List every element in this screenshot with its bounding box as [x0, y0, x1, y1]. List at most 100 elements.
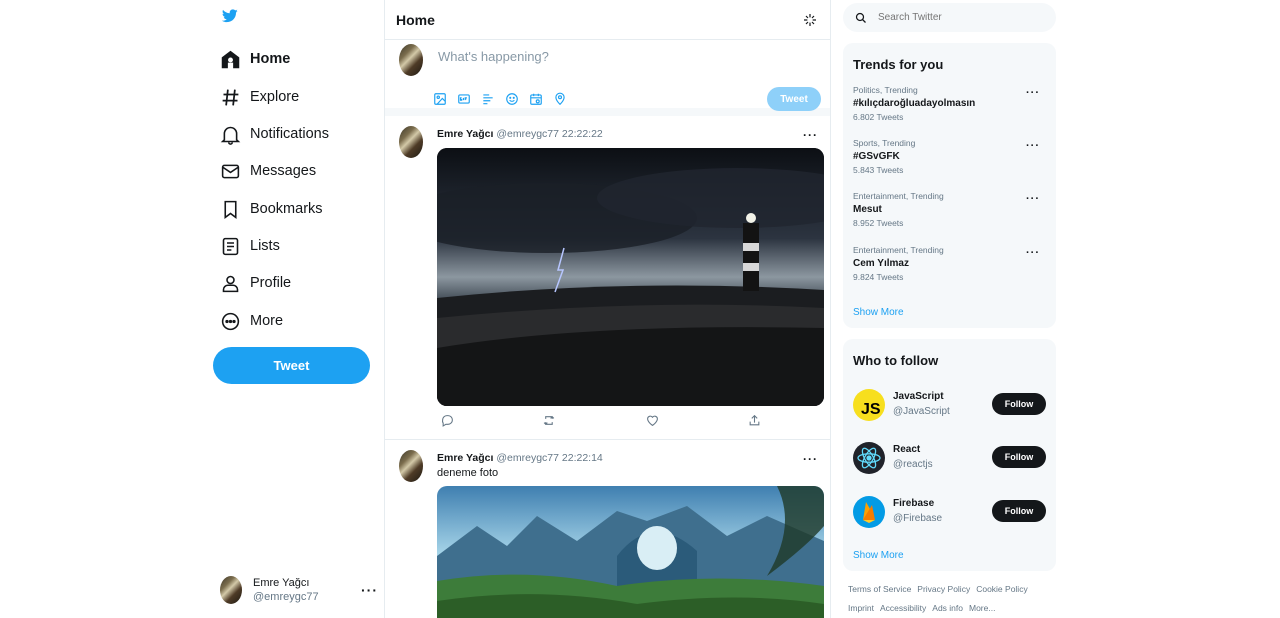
- footer-link[interactable]: Privacy Policy: [917, 584, 970, 594]
- tweet-actions: [441, 414, 761, 427]
- nav-label: Bookmarks: [250, 201, 323, 217]
- tweet-author[interactable]: Emre Yağcı: [437, 452, 493, 464]
- nav-label: Notifications: [250, 126, 329, 142]
- image-icon[interactable]: [433, 92, 447, 106]
- tweet-image[interactable]: [437, 486, 824, 618]
- avatar: [220, 576, 242, 605]
- tweet-item[interactable]: Emre Yağcı @emreygc77 22:22:22 ···: [385, 116, 830, 440]
- nav-home[interactable]: Home: [220, 45, 290, 73]
- hashtag-icon: [220, 87, 241, 108]
- user-icon: [220, 273, 241, 294]
- more-dots-icon[interactable]: ···: [803, 128, 818, 142]
- poll-icon[interactable]: [481, 92, 495, 106]
- footer-link[interactable]: Ads info: [932, 603, 963, 613]
- nav-label: Lists: [250, 238, 280, 254]
- trends-title: Trends for you: [853, 57, 944, 72]
- nav-label: More: [250, 313, 284, 329]
- nav-lists[interactable]: Lists: [220, 232, 280, 260]
- svg-text:JS: JS: [861, 401, 881, 418]
- follow-handle: @JavaScript: [893, 406, 950, 417]
- nav-label: Explore: [250, 89, 300, 105]
- follow-show-more[interactable]: Show More: [853, 550, 904, 561]
- footer-link[interactable]: More...: [969, 603, 995, 613]
- react-logo-icon: [853, 442, 885, 474]
- trend-count: 5.843 Tweets: [853, 165, 904, 175]
- compose-tweet-button[interactable]: Tweet: [767, 87, 821, 111]
- nav-label: Messages: [250, 163, 317, 179]
- emoji-icon[interactable]: [505, 92, 519, 106]
- nav-explore[interactable]: Explore: [220, 83, 299, 111]
- trend-topic: Cem Yılmaz: [853, 258, 909, 269]
- account-switcher[interactable]: Emre Yağcı @emreygc77 ···: [220, 576, 378, 605]
- follow-button[interactable]: Follow: [992, 446, 1046, 468]
- trends-show-more[interactable]: Show More: [853, 307, 904, 318]
- tweet-item[interactable]: Emre Yağcı @emreygc77 22:22:14 ··· denem…: [385, 440, 830, 618]
- tweet-handle: @emreygc77: [496, 128, 559, 140]
- more-dots-icon[interactable]: ···: [803, 452, 818, 466]
- sparkle-icon[interactable]: [802, 12, 818, 28]
- left-sidebar: Home Explore Notifications Messages Book…: [200, 0, 384, 618]
- more-circle-icon: [220, 311, 241, 332]
- follow-handle: @reactjs: [893, 459, 933, 470]
- follow-handle: @Firebase: [893, 513, 943, 524]
- location-icon[interactable]: [553, 92, 567, 106]
- nav-messages[interactable]: Messages: [220, 157, 316, 185]
- gif-icon[interactable]: [457, 92, 471, 106]
- avatar[interactable]: [399, 126, 423, 158]
- trend-item[interactable]: Entertainment, Trending Mesut 8.952 Twee…: [853, 191, 1046, 228]
- firebase-logo-icon: [853, 496, 885, 528]
- nav-bookmarks[interactable]: Bookmarks: [220, 195, 323, 223]
- trend-item[interactable]: Politics, Trending #kılıçdaroğluadayolma…: [853, 85, 1046, 122]
- more-dots-icon[interactable]: ···: [1026, 193, 1040, 205]
- footer-link[interactable]: Imprint: [848, 603, 874, 613]
- more-dots-icon[interactable]: ···: [1026, 140, 1040, 152]
- tweet-meta: Emre Yağcı @emreygc77 22:22:14: [437, 452, 603, 464]
- follow-item[interactable]: JS JavaScript @JavaScript Follow: [853, 387, 1046, 423]
- compose-box: What's happening? Tweet: [385, 40, 830, 116]
- footer-link[interactable]: Accessibility: [880, 603, 926, 613]
- trend-item[interactable]: Sports, Trending #GSvGFK 5.843 Tweets ··…: [853, 138, 1046, 175]
- javascript-logo-icon: JS: [853, 389, 885, 421]
- compose-toolbar: [433, 92, 577, 106]
- sidebar-tweet-button[interactable]: Tweet: [213, 347, 370, 384]
- follow-button[interactable]: Follow: [992, 500, 1046, 522]
- search-input[interactable]: [878, 12, 1028, 23]
- more-dots-icon[interactable]: ···: [1026, 247, 1040, 259]
- avatar[interactable]: [399, 450, 423, 482]
- trend-item[interactable]: Entertainment, Trending Cem Yılmaz 9.824…: [853, 245, 1046, 282]
- footer-link[interactable]: Cookie Policy: [976, 584, 1028, 594]
- nav-more[interactable]: More: [220, 307, 283, 335]
- trend-context: Entertainment, Trending: [853, 191, 944, 201]
- main-timeline: Home What's happening? Tweet Emre Yağcı …: [384, 0, 831, 618]
- more-dots-icon[interactable]: ···: [361, 582, 378, 598]
- compose-input[interactable]: What's happening?: [438, 49, 549, 64]
- retweet-icon[interactable]: [543, 414, 556, 427]
- more-dots-icon[interactable]: ···: [1026, 87, 1040, 99]
- follow-item[interactable]: React @reactjs Follow: [853, 440, 1046, 476]
- tweet-image[interactable]: [437, 148, 824, 406]
- twitter-logo-icon[interactable]: [222, 9, 238, 23]
- search-bar[interactable]: [843, 3, 1056, 32]
- trend-topic: #kılıçdaroğluadayolmasın: [853, 98, 976, 109]
- trend-count: 9.824 Tweets: [853, 272, 904, 282]
- follow-button[interactable]: Follow: [992, 393, 1046, 415]
- trend-context: Politics, Trending: [853, 85, 918, 95]
- home-icon: [220, 49, 241, 70]
- follow-item[interactable]: Firebase @Firebase Follow: [853, 494, 1046, 530]
- tweet-time: 22:22:22: [561, 128, 603, 140]
- trend-topic: Mesut: [853, 204, 882, 215]
- schedule-icon[interactable]: [529, 92, 543, 106]
- reply-icon[interactable]: [441, 414, 454, 427]
- footer-links: Terms of Service Privacy Policy Cookie P…: [848, 584, 1058, 618]
- nav-notifications[interactable]: Notifications: [220, 120, 329, 148]
- like-icon[interactable]: [646, 414, 659, 427]
- tweet-author[interactable]: Emre Yağcı: [437, 128, 493, 140]
- page-title: Home: [396, 11, 435, 28]
- avatar: [399, 44, 423, 76]
- follow-name: JavaScript: [893, 391, 944, 402]
- nav-profile[interactable]: Profile: [220, 269, 291, 297]
- bookmark-icon: [220, 199, 241, 220]
- share-icon[interactable]: [748, 414, 761, 427]
- trend-topic: #GSvGFK: [853, 151, 900, 162]
- footer-link[interactable]: Terms of Service: [848, 584, 911, 594]
